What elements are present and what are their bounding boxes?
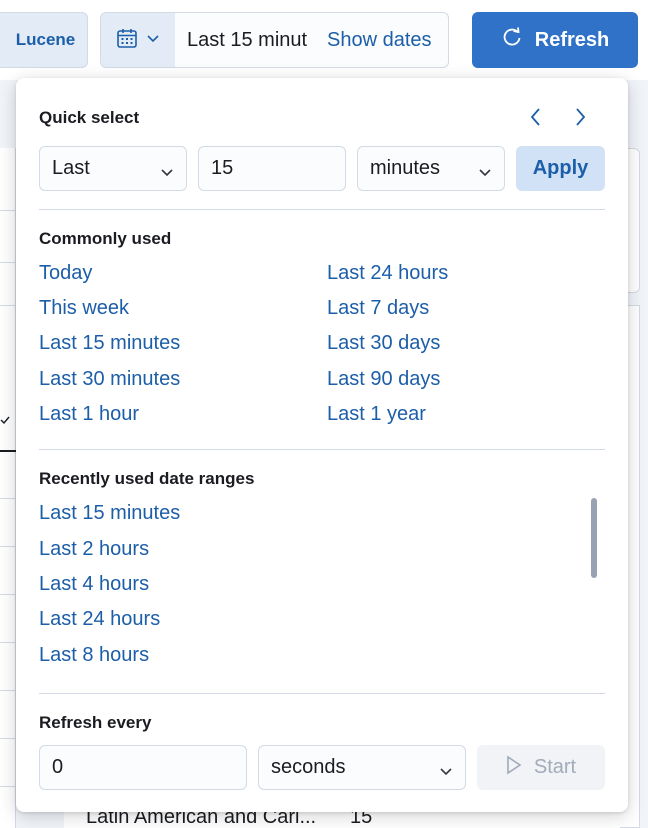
show-dates-link[interactable]: Show dates [327,13,432,67]
unit-select[interactable]: minutes [357,146,505,191]
start-button[interactable]: Start [477,745,605,790]
chevron-down-icon [439,761,453,784]
date-picker[interactable]: Last 15 minut Show dates [100,12,449,68]
query-language-label: Lucene [15,30,76,49]
date-range-text[interactable]: Last 15 minut [187,13,317,67]
divider [39,693,605,694]
amount-input[interactable]: 15 [198,146,346,191]
divider [0,690,16,691]
unit-value: minutes [370,157,441,179]
commonly-used-link[interactable]: Today [39,262,92,285]
chevron-right-icon[interactable] [572,106,588,128]
quick-select-popover: Quick select Last 15 minutes Apply Commo… [16,78,628,812]
commonly-used-link[interactable]: Last 24 hours [327,262,448,285]
divider [0,498,16,499]
divider [39,209,605,210]
table-row: Latin American and Cari... 15 [64,812,620,828]
commonly-used-link[interactable]: Last 30 days [327,332,440,355]
refresh-icon [501,26,523,54]
background-panel-left [0,148,16,828]
refresh-interval-value: 0 [52,756,64,778]
commonly-used-link[interactable]: Last 30 minutes [39,368,180,391]
divider [0,786,16,787]
quick-select-title: Quick select [39,108,140,127]
query-language-button[interactable]: Lucene [0,12,88,68]
chevron-down-icon [146,31,160,49]
commonly-used-link[interactable]: Last 1 year [327,403,426,426]
quick-select-nav [528,106,588,128]
divider [0,210,16,211]
commonly-used-link[interactable]: Last 90 days [327,368,440,391]
quick-menu-toggle[interactable] [101,13,175,67]
divider [0,642,16,643]
divider [0,305,16,306]
row-count: 15 [350,812,373,828]
recently-used-link[interactable]: Last 8 hours [39,644,149,667]
apply-label: Apply [532,157,589,179]
recently-used-link[interactable]: Last 24 hours [39,608,160,631]
divider [0,450,16,452]
recently-used-title: Recently used date ranges [39,469,255,488]
divider [39,449,605,450]
play-icon [506,755,522,781]
commonly-used-link[interactable]: Last 15 minutes [39,332,180,355]
refresh-interval-input[interactable]: 0 [39,745,247,790]
refresh-every-title: Refresh every [39,713,152,732]
recently-used-link[interactable]: Last 15 minutes [39,502,180,525]
chevron-down-icon [160,162,174,185]
direction-select[interactable]: Last [39,146,187,191]
refresh-unit-select[interactable]: seconds [258,745,466,790]
check-icon [0,414,10,428]
refresh-button[interactable]: Refresh [472,12,638,68]
divider [0,738,16,739]
divider [0,546,16,547]
commonly-used-link[interactable]: This week [39,297,129,320]
refresh-unit-value: seconds [271,756,346,778]
recently-used-link[interactable]: Last 2 hours [39,538,149,561]
amount-value: 15 [211,157,234,179]
divider [0,262,16,263]
chevron-left-icon[interactable] [528,106,544,128]
start-label: Start [533,756,577,778]
row-name: Latin American and Cari... [86,812,317,828]
refresh-label: Refresh [534,28,610,51]
commonly-used-title: Commonly used [39,229,172,248]
commonly-used-link[interactable]: Last 1 hour [39,403,139,426]
recently-used-scrollbar[interactable] [591,498,597,578]
commonly-used-link[interactable]: Last 7 days [327,297,429,320]
recently-used-link[interactable]: Last 4 hours [39,573,149,596]
divider [0,594,16,595]
chevron-down-icon [478,162,492,185]
direction-value: Last [52,157,90,179]
calendar-icon [116,27,138,54]
apply-button[interactable]: Apply [516,146,605,191]
